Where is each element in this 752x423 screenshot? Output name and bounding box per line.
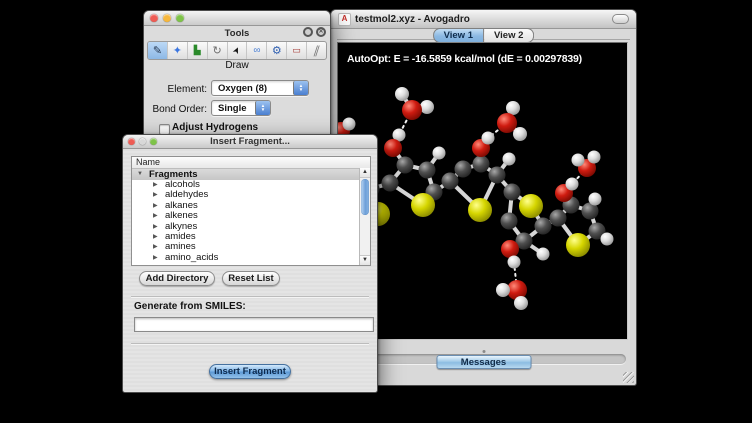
adjust-hydrogens-label: Adjust Hydrogens bbox=[172, 122, 258, 133]
autoopt-status-text: AutoOpt: E = -16.5859 kcal/mol (dE = 0.0… bbox=[347, 53, 582, 65]
list-column-header[interactable]: Name bbox=[132, 157, 370, 169]
add-directory-button[interactable]: Add Directory bbox=[139, 271, 215, 286]
divider bbox=[131, 296, 369, 297]
insert-fragment-window: Insert Fragment... Name ▼ Fragments ▶alc… bbox=[122, 134, 378, 393]
smiles-input[interactable] bbox=[134, 317, 374, 332]
bond-centric-tool-button[interactable]: ▙ bbox=[188, 42, 208, 59]
auto-optimize-tool-button[interactable]: ⚙ bbox=[267, 42, 287, 59]
zoom-window-button[interactable] bbox=[176, 14, 184, 22]
element-value: Oxygen (8) bbox=[212, 83, 293, 94]
measure-tool-button[interactable]: ▭ bbox=[287, 42, 307, 59]
tools-dock-header[interactable]: Tools ✕ bbox=[144, 26, 330, 40]
disclosure-closed-icon[interactable]: ▶ bbox=[153, 232, 158, 242]
stepper-icon[interactable]: ▲▼ bbox=[255, 101, 270, 115]
rotate-icon: ↻ bbox=[213, 44, 222, 57]
toolbar-pill-button[interactable] bbox=[612, 14, 629, 24]
disclosure-closed-icon[interactable]: ▶ bbox=[153, 253, 158, 263]
tools-dock-title: Tools bbox=[225, 28, 250, 39]
tool-section-title: Draw bbox=[144, 60, 330, 71]
cursor-icon: ➤ bbox=[230, 45, 243, 56]
scrollbar-thumb[interactable] bbox=[361, 179, 369, 215]
fragment-titlebar[interactable]: Insert Fragment... bbox=[123, 135, 377, 149]
messages-button[interactable]: Messages bbox=[436, 355, 531, 369]
tab-view-2[interactable]: View 2 bbox=[484, 28, 534, 43]
manipulate-tool-button[interactable]: ∞ bbox=[247, 42, 267, 59]
disclosure-closed-icon[interactable]: ▶ bbox=[153, 211, 158, 221]
scroll-up-icon[interactable]: ▲ bbox=[360, 168, 370, 178]
disclosure-open-icon[interactable]: ▼ bbox=[137, 169, 143, 180]
view-tabs: View 1 View 2 bbox=[433, 28, 535, 43]
fragment-item-row[interactable]: ▶alkenes bbox=[132, 211, 370, 221]
desktop: A testmol2.xyz - Avogadro View 1 View 2 … bbox=[0, 0, 752, 423]
bond-order-dropdown[interactable]: Single ▲▼ bbox=[211, 100, 271, 116]
stepper-icon[interactable]: ▲▼ bbox=[293, 81, 308, 95]
auto-rotate-tool-button[interactable]: ↻ bbox=[208, 42, 228, 59]
star-icon: ✦ bbox=[173, 44, 182, 57]
dock-buttons: ✕ bbox=[303, 27, 326, 37]
resize-grip[interactable] bbox=[623, 372, 634, 383]
disclosure-closed-icon[interactable]: ▶ bbox=[153, 201, 158, 211]
dock-float-icon[interactable] bbox=[303, 27, 313, 37]
tools-titlebar[interactable] bbox=[144, 11, 330, 26]
dock-close-icon[interactable]: ✕ bbox=[316, 27, 326, 37]
list-scrollbar[interactable]: ▲ ▼ bbox=[359, 168, 370, 265]
selection-tool-button[interactable]: ➤ bbox=[228, 42, 248, 59]
disclosure-closed-icon[interactable]: ▶ bbox=[153, 190, 158, 200]
draw-tool-button[interactable]: ✎ bbox=[148, 42, 168, 59]
main-titlebar[interactable]: A testmol2.xyz - Avogadro bbox=[331, 10, 636, 29]
minimize-window-button[interactable] bbox=[163, 14, 171, 22]
disclosure-closed-icon[interactable]: ▶ bbox=[153, 180, 158, 190]
smiles-label: Generate from SMILES: bbox=[134, 301, 246, 312]
window-title: testmol2.xyz - Avogadro bbox=[355, 14, 470, 25]
molecule-canvas[interactable] bbox=[338, 43, 627, 339]
element-dropdown[interactable]: Oxygen (8) ▲▼ bbox=[211, 80, 309, 96]
splitter-dot[interactable] bbox=[482, 350, 485, 353]
lines-icon: ∥ bbox=[312, 44, 322, 57]
zoom-window-button[interactable] bbox=[150, 138, 157, 145]
element-label: Element: bbox=[144, 84, 207, 95]
bond-order-label: Bond Order: bbox=[144, 104, 207, 115]
divider bbox=[131, 343, 369, 344]
ruler-icon: ▭ bbox=[292, 45, 301, 56]
reset-list-button[interactable]: Reset List bbox=[222, 271, 280, 286]
spheres-icon: ∞ bbox=[253, 45, 260, 56]
disclosure-closed-icon[interactable]: ▶ bbox=[153, 222, 158, 232]
gl-viewport[interactable]: AutoOpt: E = -16.5859 kcal/mol (dE = 0.0… bbox=[337, 42, 628, 340]
insert-fragment-button[interactable]: Insert Fragment bbox=[209, 364, 291, 379]
pencil-icon: ✎ bbox=[153, 44, 162, 57]
fragment-item-row[interactable]: ▶amino_acids bbox=[132, 253, 370, 263]
fragment-window-title: Insert Fragment... bbox=[123, 136, 377, 147]
navigate-tool-button[interactable]: ✦ bbox=[168, 42, 188, 59]
tools-toolbar: ✎ ✦ ▙ ↻ ➤ ∞ ⚙ ▭ ∥ bbox=[147, 41, 327, 60]
minimize-window-button[interactable] bbox=[139, 138, 146, 145]
tools-window: Tools ✕ ✎ ✦ ▙ ↻ ➤ ∞ ⚙ ▭ ∥ Draw Element: … bbox=[143, 10, 331, 136]
align-tool-button[interactable]: ∥ bbox=[307, 42, 326, 59]
disclosure-closed-icon[interactable]: ▶ bbox=[153, 242, 158, 252]
tab-view-1[interactable]: View 1 bbox=[433, 28, 484, 43]
close-window-button[interactable] bbox=[128, 138, 135, 145]
bond-order-value: Single bbox=[212, 103, 255, 114]
scroll-down-icon[interactable]: ▼ bbox=[360, 255, 370, 265]
document-icon: A bbox=[338, 13, 351, 26]
chart-icon: ▙ bbox=[194, 45, 201, 56]
fragment-tree-list[interactable]: Name ▼ Fragments ▶alcohols ▶aldehydes ▶a… bbox=[131, 156, 371, 266]
close-window-button[interactable] bbox=[150, 14, 158, 22]
gear-icon: ⚙ bbox=[272, 44, 282, 57]
